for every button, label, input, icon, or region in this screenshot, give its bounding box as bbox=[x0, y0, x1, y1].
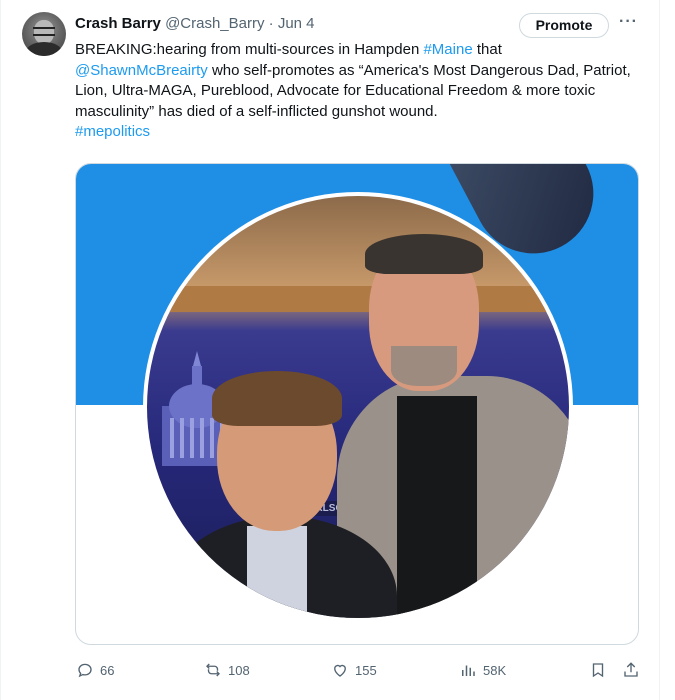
person-left-hair bbox=[212, 371, 342, 426]
right-border bbox=[659, 0, 660, 700]
avatar[interactable] bbox=[22, 12, 66, 56]
mention-link[interactable]: @ShawnMcBreairty bbox=[75, 62, 208, 79]
like-count: 155 bbox=[355, 662, 377, 678]
promote-button[interactable]: Promote bbox=[519, 13, 609, 38]
repost-icon bbox=[206, 663, 220, 677]
tweet-text-part: BREAKING:hearing from multi-sources in H… bbox=[75, 41, 424, 58]
like-button[interactable]: 155 bbox=[331, 658, 377, 682]
person-left-shirt bbox=[247, 526, 307, 616]
tweet-text: BREAKING:hearing from multi-sources in H… bbox=[75, 40, 650, 143]
reply-button[interactable]: 66 bbox=[76, 658, 114, 682]
reply-icon bbox=[78, 663, 92, 678]
bookmark-icon bbox=[592, 663, 604, 678]
person-right-beard bbox=[391, 346, 457, 386]
like-icon bbox=[334, 664, 346, 677]
more-options-icon[interactable]: ··· bbox=[619, 14, 641, 34]
repost-button[interactable]: 108 bbox=[204, 658, 250, 682]
tweet-date[interactable]: Jun 4 bbox=[278, 15, 315, 32]
avatar-glasses bbox=[33, 27, 55, 36]
profile-photo-frame: CARLSO bbox=[143, 192, 573, 622]
views-icon bbox=[462, 665, 475, 676]
header-separator: · bbox=[268, 15, 274, 32]
bookmark-button[interactable] bbox=[589, 658, 607, 682]
person-right-hair bbox=[365, 234, 483, 274]
photo-wood-beam bbox=[147, 286, 569, 312]
author-handle[interactable]: @Crash_Barry bbox=[165, 15, 264, 32]
reply-count: 66 bbox=[100, 662, 115, 678]
share-icon bbox=[624, 662, 638, 677]
tweet-media[interactable]: CARLSO bbox=[75, 163, 639, 645]
share-button[interactable] bbox=[622, 658, 640, 682]
author-name[interactable]: Crash Barry bbox=[75, 15, 161, 32]
views-count: 58K bbox=[483, 662, 507, 678]
tweet-header: Crash Barry @Crash_Barry · Jun 4 bbox=[75, 14, 315, 34]
repost-count: 108 bbox=[228, 662, 250, 678]
views-button[interactable]: 58K bbox=[459, 658, 506, 682]
hashtag-mepolitics[interactable]: #mepolitics bbox=[75, 123, 150, 140]
hashtag-maine[interactable]: #Maine bbox=[423, 41, 472, 58]
tweet-text-part: that bbox=[472, 41, 502, 58]
person-right-shirt bbox=[397, 396, 477, 616]
tweet-actions-bar: 66 108 155 58K bbox=[0, 658, 675, 682]
avatar-body bbox=[26, 42, 62, 56]
profile-photo: CARLSO bbox=[147, 196, 569, 618]
left-border bbox=[0, 0, 1, 700]
